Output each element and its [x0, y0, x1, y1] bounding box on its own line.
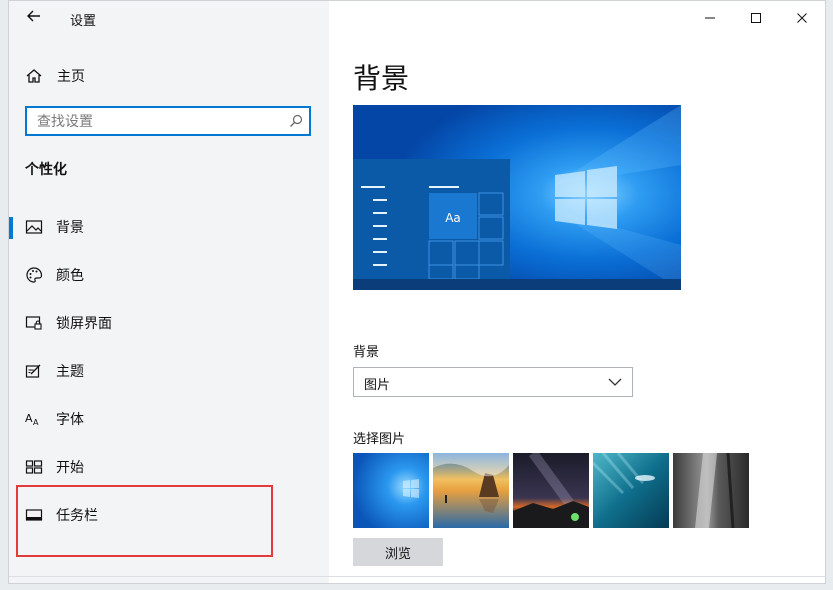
sidebar-item-colors[interactable]: 颜色	[9, 251, 329, 299]
choose-picture-label: 选择图片	[353, 432, 406, 447]
lock-screen-icon	[25, 316, 42, 330]
picture-thumbnails	[353, 453, 749, 528]
search-box[interactable]	[25, 106, 311, 136]
sidebar: 设置 主页 个性化 背景 颜色 锁屏界面	[9, 1, 329, 583]
sidebar-item-start[interactable]: 开始	[9, 443, 329, 491]
thumbnail-underwater[interactable]	[593, 453, 669, 528]
sidebar-item-fonts[interactable]: AA 字体	[9, 395, 329, 443]
app-title: 设置	[70, 14, 97, 29]
background-type-select[interactable]: 图片	[353, 367, 633, 397]
thumbnail-windows[interactable]	[353, 453, 429, 528]
font-icon: AA	[25, 412, 39, 427]
sidebar-item-label: 开始	[56, 460, 84, 476]
taskbar-highlight-box	[16, 485, 273, 557]
sidebar-item-label: 颜色	[56, 268, 84, 284]
window-controls	[687, 1, 825, 35]
palette-icon	[26, 267, 43, 283]
sidebar-item-lock-screen[interactable]: 锁屏界面	[9, 299, 329, 347]
sidebar-item-background[interactable]: 背景	[9, 203, 329, 251]
thumbnail-beach[interactable]	[433, 453, 509, 528]
sidebar-item-label: 锁屏界面	[56, 316, 112, 332]
thumbnail-rock-wall[interactable]	[673, 453, 749, 528]
sidebar-item-themes[interactable]: 主题	[9, 347, 329, 395]
chevron-down-icon	[608, 378, 622, 386]
titlebar-left: 设置	[9, 1, 329, 35]
bottom-divider	[9, 576, 825, 577]
background-label: 背景	[353, 345, 380, 360]
home-link[interactable]: 主页	[25, 65, 85, 87]
theme-icon	[25, 364, 41, 378]
sidebar-item-label: 背景	[56, 220, 84, 236]
thumbnail-night-sky[interactable]	[513, 453, 589, 528]
page-title: 背景	[353, 62, 410, 95]
settings-window: 设置 主页 个性化 背景 颜色 锁屏界面	[8, 0, 826, 584]
background-preview: Aa	[353, 105, 681, 290]
close-button[interactable]	[779, 1, 825, 35]
preview-tile-text: Aa	[445, 211, 461, 225]
main-content: 背景 Aa 背景 图片 选择图片 浏览	[329, 1, 825, 583]
maximize-button[interactable]	[733, 1, 779, 35]
svg-text:A: A	[33, 418, 39, 427]
svg-text:A: A	[25, 412, 33, 425]
browse-button[interactable]: 浏览	[353, 538, 443, 566]
start-icon	[25, 460, 43, 474]
desktop-preview-image: Aa	[353, 105, 681, 290]
home-label: 主页	[57, 69, 85, 85]
sidebar-item-label: 主题	[56, 364, 84, 380]
home-icon	[26, 69, 42, 83]
minimize-icon	[705, 17, 715, 19]
close-icon	[797, 13, 807, 23]
search-input[interactable]	[35, 111, 279, 133]
search-icon[interactable]	[289, 114, 303, 128]
section-title: 个性化	[25, 162, 67, 178]
back-arrow-icon	[27, 10, 40, 22]
back-button[interactable]	[25, 7, 45, 27]
minimize-button[interactable]	[687, 1, 733, 35]
background-type-value: 图片	[364, 378, 391, 393]
maximize-icon	[751, 13, 761, 23]
sidebar-item-label: 字体	[56, 412, 84, 428]
picture-icon	[25, 220, 43, 234]
